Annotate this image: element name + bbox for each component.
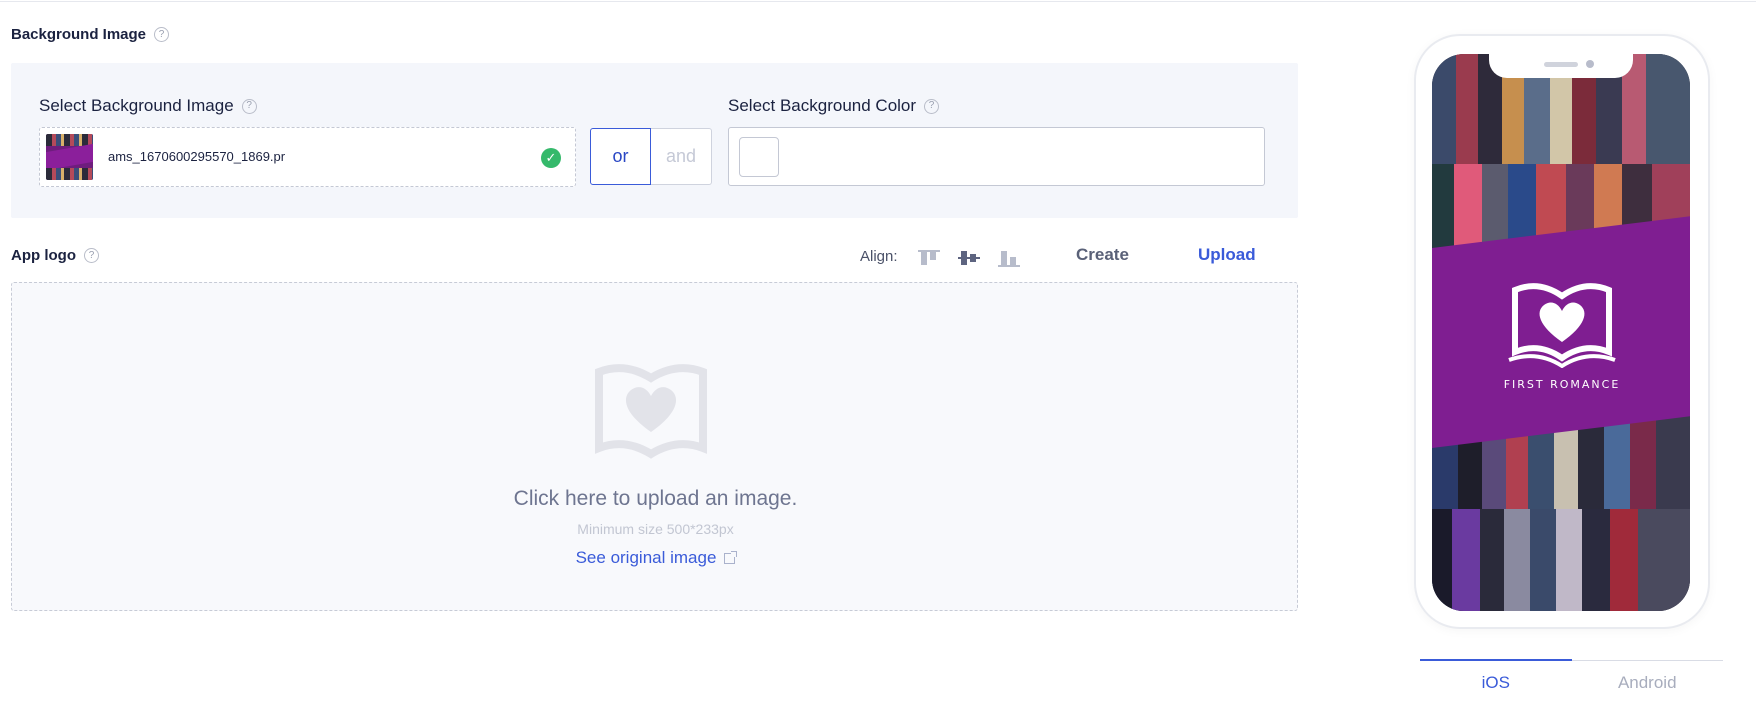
align-top-icon[interactable]: [918, 248, 940, 268]
see-original-image-link[interactable]: See original image: [12, 548, 1299, 568]
section-title-text: App logo: [11, 247, 76, 264]
color-swatch[interactable]: [739, 137, 779, 177]
section-title-text: Background Image: [11, 26, 147, 43]
align-label: Align:: [860, 248, 898, 265]
phone-preview: FIRST ROMANCE: [1414, 34, 1710, 629]
help-icon[interactable]: ?: [83, 248, 99, 263]
check-circle-icon: ✓: [541, 148, 561, 168]
field-label-text: Select Background Image: [39, 96, 234, 115]
toggle-and-button[interactable]: and: [651, 128, 712, 185]
toggle-or-button[interactable]: or: [590, 128, 651, 185]
select-background-image-label: Select Background Image ?: [39, 96, 257, 116]
phone-screen: FIRST ROMANCE: [1432, 54, 1690, 611]
help-icon[interactable]: ?: [924, 98, 940, 114]
phone-notch: [1489, 54, 1633, 78]
background-mode-toggle: or and: [590, 128, 712, 185]
background-color-field[interactable]: [728, 127, 1265, 186]
align-bottom-icon[interactable]: [998, 248, 1020, 268]
background-image-section-title: Background Image ?: [11, 26, 170, 43]
upload-instruction: Click here to upload an image.: [513, 487, 798, 510]
logo-create-tab[interactable]: Create: [1076, 245, 1129, 265]
background-image-file-box[interactable]: ams_1670600295570_1869.pr ✓: [39, 127, 576, 187]
brand-logo: FIRST ROMANCE: [1484, 276, 1640, 391]
book-heart-icon: [1508, 283, 1616, 368]
external-link-icon: [724, 551, 738, 564]
background-image-thumbnail: [46, 134, 93, 180]
select-background-color-label: Select Background Color ?: [728, 96, 940, 116]
tab-ios[interactable]: iOS: [1420, 659, 1572, 700]
background-file-name: ams_1670600295570_1869.pr: [108, 149, 286, 164]
logo-placeholder-icon: [595, 364, 707, 459]
top-divider: [0, 0, 1756, 2]
see-original-text: See original image: [575, 548, 717, 567]
app-logo-section-title: App logo ?: [11, 247, 99, 264]
logo-upload-tab[interactable]: Upload: [1198, 245, 1256, 265]
align-middle-icon[interactable]: [958, 248, 980, 268]
tab-android[interactable]: Android: [1572, 661, 1724, 700]
field-label-text: Select Background Color: [728, 96, 917, 115]
os-preview-tabs: iOS Android: [1420, 659, 1724, 700]
help-icon[interactable]: ?: [241, 98, 257, 114]
brand-logo-text: FIRST ROMANCE: [1503, 378, 1621, 391]
book-covers-bottom: [1432, 414, 1690, 611]
upload-size-hint: Minimum size 500*233px: [577, 521, 734, 537]
help-icon[interactable]: ?: [154, 27, 170, 42]
